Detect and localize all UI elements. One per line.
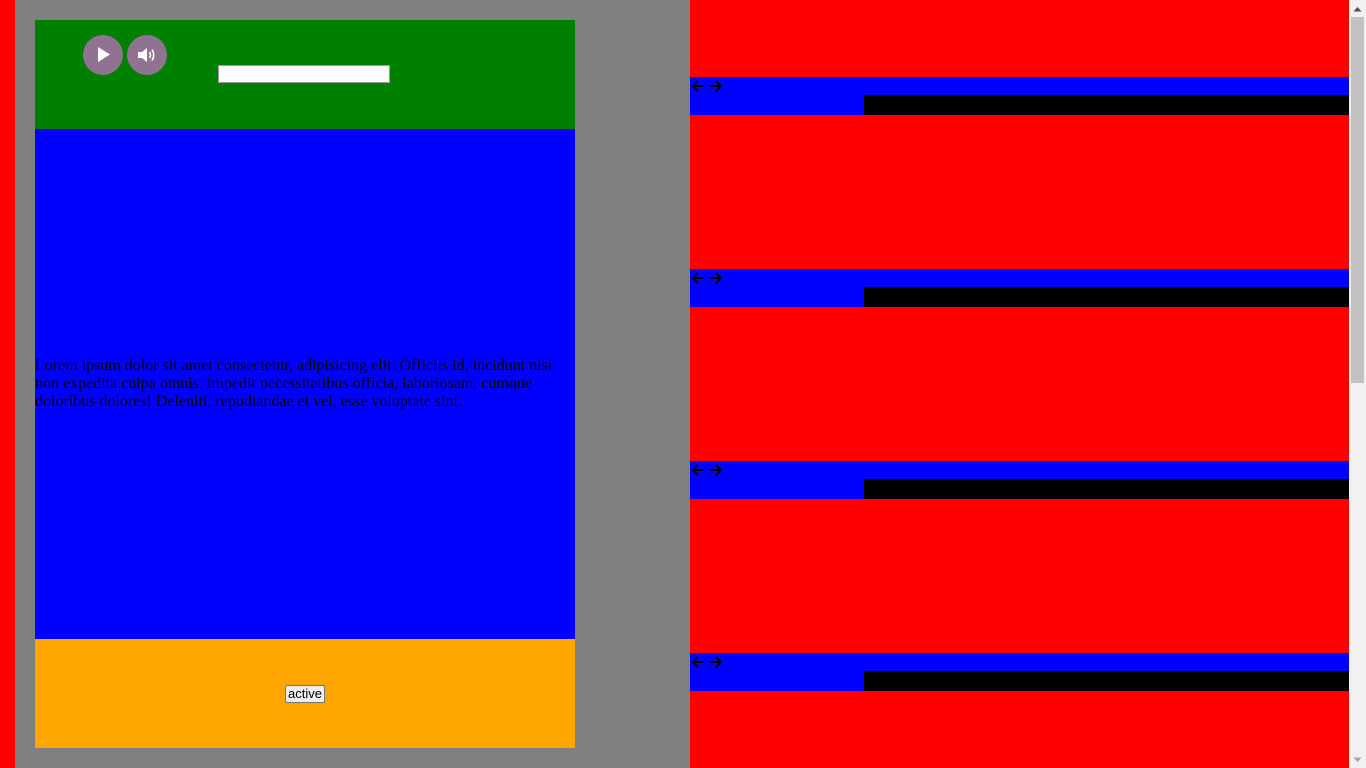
active-button[interactable]: active bbox=[285, 685, 325, 703]
arrow-right-icon[interactable] bbox=[708, 461, 724, 479]
arrow-right-icon[interactable] bbox=[708, 269, 724, 287]
arrow-right-icon[interactable] bbox=[708, 77, 724, 95]
nav-arrows bbox=[690, 77, 724, 95]
black-bar[interactable] bbox=[864, 479, 1349, 499]
play-icon bbox=[98, 47, 110, 62]
arrow-left-icon[interactable] bbox=[690, 77, 706, 95]
nav-strip bbox=[690, 653, 1349, 691]
content-area: Lorem ipsum dolor sit amet consectetur, … bbox=[35, 129, 575, 639]
left-panel: Lorem ipsum dolor sit amet consectetur, … bbox=[15, 0, 690, 768]
nav-strip bbox=[690, 269, 1349, 307]
player-header bbox=[35, 20, 575, 129]
right-panel bbox=[690, 0, 1349, 768]
footer: active bbox=[35, 639, 575, 748]
header-text-input[interactable] bbox=[218, 65, 390, 83]
arrow-right-icon[interactable] bbox=[708, 653, 724, 671]
arrow-left-icon[interactable] bbox=[690, 269, 706, 287]
volume-button[interactable] bbox=[127, 35, 167, 75]
body-paragraph: Lorem ipsum dolor sit amet consectetur, … bbox=[35, 357, 553, 410]
play-button[interactable] bbox=[83, 35, 123, 75]
black-bar[interactable] bbox=[864, 671, 1349, 691]
black-bar[interactable] bbox=[864, 95, 1349, 115]
nav-strip bbox=[690, 461, 1349, 499]
vertical-scrollbar[interactable] bbox=[1349, 0, 1366, 768]
scrollbar-thumb[interactable] bbox=[1351, 17, 1364, 383]
nav-strip bbox=[690, 77, 1349, 115]
arrow-left-icon[interactable] bbox=[690, 461, 706, 479]
black-bar[interactable] bbox=[864, 287, 1349, 307]
nav-arrows bbox=[690, 461, 724, 479]
nav-arrows bbox=[690, 653, 724, 671]
scroll-up-icon[interactable] bbox=[1349, 0, 1366, 17]
nav-arrows bbox=[690, 269, 724, 287]
scroll-down-icon[interactable] bbox=[1349, 751, 1366, 768]
page: Lorem ipsum dolor sit amet consectetur, … bbox=[0, 0, 1366, 768]
volume-icon bbox=[138, 48, 155, 62]
phone-frame: Lorem ipsum dolor sit amet consectetur, … bbox=[35, 20, 575, 748]
arrow-left-icon[interactable] bbox=[690, 653, 706, 671]
